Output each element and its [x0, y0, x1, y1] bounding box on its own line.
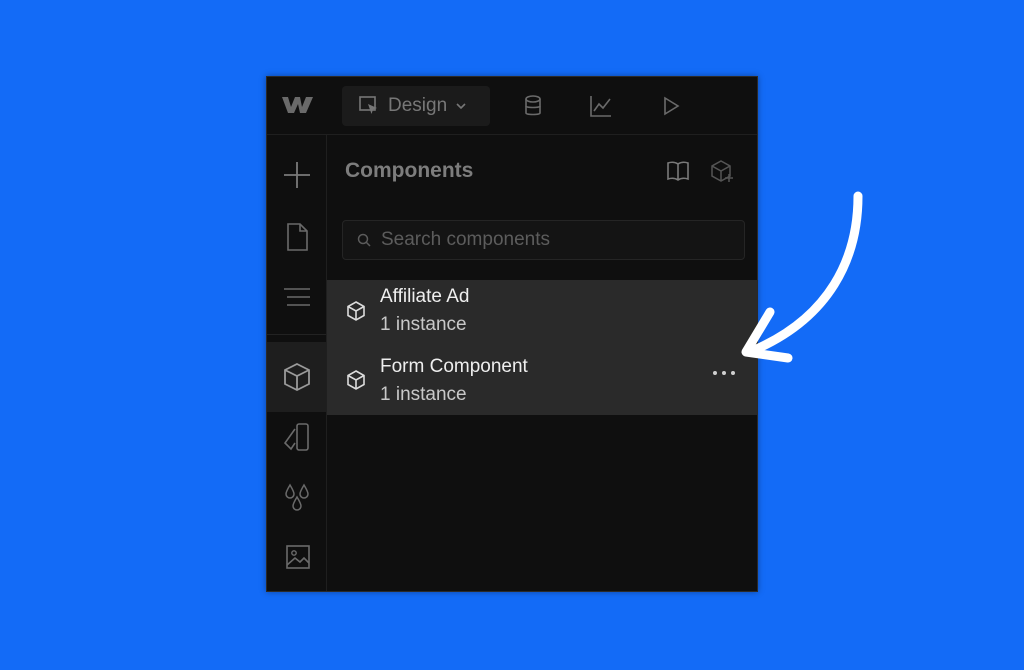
assets-icon[interactable] — [281, 541, 313, 573]
plus-icon[interactable] — [281, 159, 313, 191]
components-list: Affiliate Ad 1 instance Form Component 1… — [327, 280, 757, 416]
top-toolbar: Design — [267, 77, 757, 135]
chevron-down-icon — [456, 103, 466, 110]
component-name: Affiliate Ad — [380, 286, 470, 307]
search-icon — [357, 233, 371, 247]
sidebar-divider — [267, 334, 326, 335]
list-item[interactable]: Form Component 1 instance — [327, 348, 757, 416]
more-options-button[interactable] — [713, 366, 735, 380]
component-icon — [347, 301, 365, 321]
panel-title: Components — [345, 159, 474, 182]
book-icon[interactable] — [665, 158, 691, 184]
variables-icon[interactable] — [281, 481, 313, 513]
more-dots-icon — [713, 371, 717, 375]
style-manager-icon[interactable] — [281, 421, 313, 453]
analytics-chart-icon[interactable] — [589, 94, 613, 118]
webflow-logo-icon[interactable] — [281, 93, 315, 117]
list-item[interactable]: Affiliate Ad 1 instance — [327, 280, 757, 348]
search-input[interactable]: Search components — [342, 220, 745, 260]
left-sidebar — [267, 135, 327, 591]
component-instance-count: 1 instance — [380, 314, 467, 335]
search-placeholder: Search components — [381, 229, 550, 250]
design-mode-label: Design — [388, 95, 448, 116]
navigator-icon[interactable] — [281, 281, 313, 313]
play-icon[interactable] — [659, 94, 683, 118]
add-component-icon[interactable] — [709, 158, 735, 184]
annotation-arrow-icon — [741, 191, 863, 363]
component-instance-count: 1 instance — [380, 384, 467, 405]
components-panel-window: Design Components Search components Affi… — [266, 76, 758, 592]
component-icon — [347, 370, 365, 390]
components-icon[interactable] — [281, 361, 313, 393]
page-icon[interactable] — [281, 221, 313, 253]
cursor-select-icon — [359, 96, 377, 114]
database-icon[interactable] — [521, 94, 545, 118]
component-name: Form Component — [380, 356, 528, 377]
design-mode-button[interactable]: Design — [342, 86, 490, 126]
